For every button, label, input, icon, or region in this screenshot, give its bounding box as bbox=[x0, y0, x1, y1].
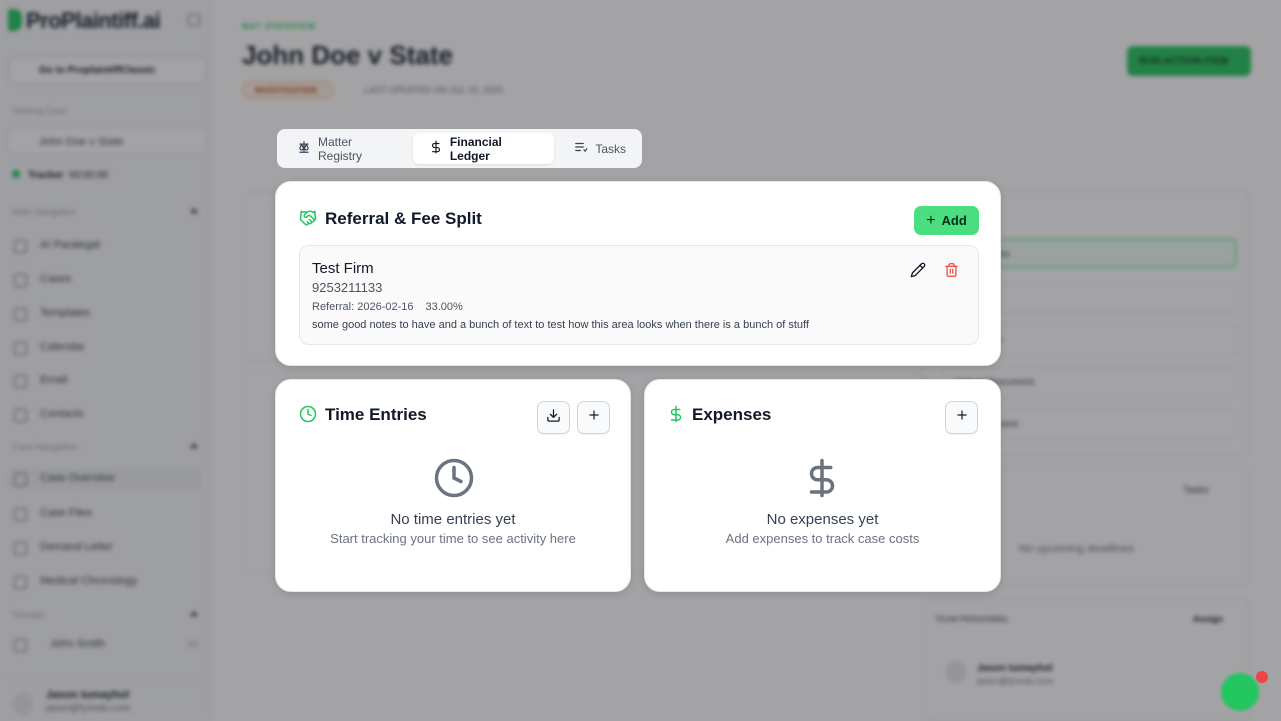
dollar-large-icon bbox=[801, 457, 843, 504]
tab-label: Financial Ledger bbox=[449, 134, 502, 163]
scale-icon bbox=[297, 140, 311, 157]
tab-label: Matter Registry bbox=[318, 134, 363, 163]
trash-icon[interactable] bbox=[944, 262, 962, 280]
plus-icon: + bbox=[926, 211, 936, 229]
tab-label: Tasks bbox=[595, 141, 626, 156]
ledger-tabs: Matter Registry Financial Ledger Tasks bbox=[277, 129, 642, 168]
time-entries-card: Time Entries No time entries yet Start t… bbox=[275, 379, 631, 592]
add-time-entry-button[interactable] bbox=[577, 401, 610, 434]
dollar-icon bbox=[667, 405, 685, 428]
tab-tasks[interactable]: Tasks bbox=[558, 133, 638, 164]
dollar-icon bbox=[429, 140, 443, 157]
edit-icon[interactable] bbox=[910, 262, 928, 280]
referral-title: Referral & Fee Split bbox=[325, 209, 482, 228]
expenses-title: Expenses bbox=[692, 405, 772, 424]
time-empty-subtitle: Start tracking your time to see activity… bbox=[330, 531, 576, 546]
add-referral-button[interactable]: + Add bbox=[914, 206, 979, 235]
referral-details: Referral: 2026-02-16 33.00% bbox=[312, 301, 463, 313]
expenses-card: Expenses No expenses yet Add expenses to… bbox=[644, 379, 1001, 592]
time-empty-title: No time entries yet bbox=[390, 511, 516, 528]
download-icon bbox=[546, 408, 561, 428]
add-label: Add bbox=[941, 213, 967, 228]
plus-icon bbox=[587, 408, 601, 427]
referral-date: Referral: 2026-02-16 bbox=[312, 301, 414, 313]
list-icon bbox=[574, 140, 588, 157]
referral-entry: Test Firm 9253211133 Referral: 2026-02-1… bbox=[299, 245, 979, 345]
referral-percent: 33.00% bbox=[425, 301, 463, 313]
chat-button[interactable] bbox=[1221, 673, 1259, 711]
clock-icon bbox=[299, 405, 317, 428]
clock-large-icon bbox=[433, 457, 475, 504]
plus-icon bbox=[955, 408, 969, 427]
firm-name: Test Firm bbox=[312, 260, 374, 277]
download-button[interactable] bbox=[537, 401, 570, 434]
notification-badge bbox=[1256, 671, 1268, 683]
tab-financial-ledger[interactable]: Financial Ledger bbox=[412, 133, 555, 164]
handshake-icon bbox=[299, 209, 317, 232]
referral-card: Referral & Fee Split + Add Test Firm 925… bbox=[275, 181, 1001, 366]
expenses-empty-subtitle: Add expenses to track case costs bbox=[725, 531, 920, 546]
expenses-empty-title: No expenses yet bbox=[766, 511, 879, 528]
time-entries-title: Time Entries bbox=[325, 405, 427, 424]
tab-matter-registry[interactable]: Matter Registry bbox=[281, 133, 409, 164]
add-expense-button[interactable] bbox=[945, 401, 978, 434]
referral-notes: some good notes to have and a bunch of t… bbox=[312, 319, 809, 331]
firm-phone: 9253211133 bbox=[312, 280, 383, 295]
